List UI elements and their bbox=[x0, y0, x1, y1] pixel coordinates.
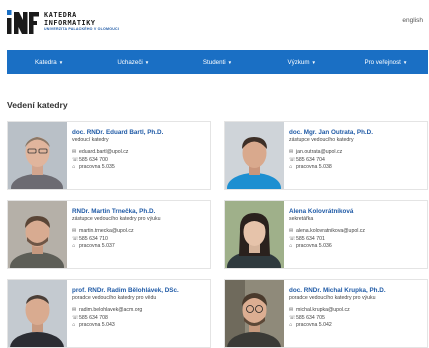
person-photo[interactable] bbox=[225, 280, 284, 347]
nav-label: Studenti bbox=[202, 58, 226, 66]
person-card: Alena Kolovrátníková sekretářka ✉ alena.k… bbox=[224, 200, 428, 269]
person-photo[interactable] bbox=[8, 280, 67, 347]
person-email-link[interactable]: michal.krupka@upol.cz bbox=[296, 307, 350, 315]
person-role: zástupce vedoucího katedry pro výuku bbox=[72, 216, 161, 222]
phone-icon: ☏ bbox=[289, 235, 296, 242]
house-icon: ⌂ bbox=[72, 243, 76, 249]
person-card: RNDr. Martin Trnečka, Ph.D. zástupce ved… bbox=[7, 200, 211, 269]
nav-label: Výzkum bbox=[287, 58, 310, 66]
person-card: doc. RNDr. Eduard Bartl, Ph.D. vedoucí k… bbox=[7, 121, 211, 190]
person-name-link[interactable]: doc. RNDr. Eduard Bartl, Ph.D. bbox=[72, 129, 206, 137]
person-room: pracovna 5.037 bbox=[79, 243, 115, 249]
person-email-link[interactable]: jan.outrata@upol.cz bbox=[296, 149, 342, 157]
envelope-icon: ✉ bbox=[289, 307, 294, 313]
nav-item-vyzkum[interactable]: Výzkum ▼ bbox=[260, 50, 344, 74]
person-name-link[interactable]: prof. RNDr. Radim Bělohlávek, DSc. bbox=[72, 287, 206, 295]
person-photo[interactable] bbox=[225, 201, 284, 268]
logo-title-line-2: INFORMATIKY bbox=[44, 19, 96, 27]
department-logo[interactable] bbox=[7, 10, 39, 34]
person-room: pracovna 5.038 bbox=[296, 164, 332, 170]
nav-item-pro-verejnost[interactable]: Pro veřejnost ▼ bbox=[344, 50, 428, 74]
envelope-icon: ✉ bbox=[289, 149, 294, 155]
house-icon: ⌂ bbox=[72, 322, 76, 328]
person-role: vedoucí katedry bbox=[72, 137, 109, 143]
person-name-link[interactable]: Alena Kolovrátníková bbox=[289, 208, 423, 216]
person-email-link[interactable]: alena.kolovratnikova@upol.cz bbox=[296, 228, 365, 236]
envelope-icon: ✉ bbox=[72, 307, 77, 313]
person-role: sekretářka bbox=[289, 216, 314, 222]
person-card: doc. Mgr. Jan Outrata, Ph.D. zástupce ve… bbox=[224, 121, 428, 190]
person-room: pracovna 5.035 bbox=[79, 164, 115, 170]
person-name-link[interactable]: RNDr. Martin Trnečka, Ph.D. bbox=[72, 208, 206, 216]
nav-item-studenti[interactable]: Studenti ▼ bbox=[175, 50, 259, 74]
person-phone[interactable]: 585 634 704 bbox=[296, 157, 325, 165]
envelope-icon: ✉ bbox=[72, 149, 77, 155]
person-room: pracovna 5.042 bbox=[296, 322, 332, 328]
person-phone[interactable]: 585 634 708 bbox=[79, 315, 108, 323]
caret-down-icon: ▼ bbox=[402, 59, 408, 65]
caret-down-icon: ▼ bbox=[227, 59, 233, 65]
person-role: poradce vedoucího katedry pro výuku bbox=[289, 295, 376, 301]
phone-icon: ☏ bbox=[72, 235, 79, 242]
nav-label: Pro veřejnost bbox=[364, 58, 401, 66]
person-role: zástupce vedoucího katedry bbox=[289, 137, 354, 143]
caret-down-icon: ▼ bbox=[144, 59, 150, 65]
person-photo[interactable] bbox=[225, 122, 284, 189]
nav-label: Katedra bbox=[35, 58, 57, 66]
person-room: pracovna 5.036 bbox=[296, 243, 332, 249]
house-icon: ⌂ bbox=[289, 243, 293, 249]
person-name-link[interactable]: doc. Mgr. Jan Outrata, Ph.D. bbox=[289, 129, 423, 137]
house-icon: ⌂ bbox=[289, 322, 293, 328]
logo-subtitle: UNIVERZITA PALACKÉHO V OLOMOUCI bbox=[44, 27, 120, 31]
language-switch-link[interactable]: english bbox=[402, 17, 423, 24]
person-email-link[interactable]: martin.trnecka@upol.cz bbox=[79, 228, 134, 236]
phone-icon: ☏ bbox=[72, 156, 79, 163]
phone-icon: ☏ bbox=[289, 156, 296, 163]
main-nav: Katedra ▼ Uchazeči ▼ Studenti ▼ Výzkum ▼ Pro… bbox=[7, 50, 428, 74]
nav-label: Uchazeči bbox=[117, 58, 143, 66]
envelope-icon: ✉ bbox=[289, 228, 294, 234]
person-phone[interactable]: 585 634 710 bbox=[79, 236, 108, 244]
caret-down-icon: ▼ bbox=[58, 59, 64, 65]
site-header: KATEDRA INFORMATIKY UNIVERZITA PALACKÉHO… bbox=[0, 0, 429, 50]
person-role: poradce vedoucího katedry pro vědu bbox=[72, 295, 157, 301]
person-card: prof. RNDr. Radim Bělohlávek, DSc. porad… bbox=[7, 279, 211, 348]
section-title: Vedení katedry bbox=[7, 100, 68, 110]
person-photo[interactable] bbox=[8, 201, 67, 268]
person-phone[interactable]: 585 634 701 bbox=[296, 236, 325, 244]
person-photo[interactable] bbox=[8, 122, 67, 189]
house-icon: ⌂ bbox=[289, 164, 293, 170]
person-email-link[interactable]: eduard.bartl@upol.cz bbox=[79, 149, 128, 157]
person-card: doc. RNDr. Michal Krupka, Ph.D. poradce … bbox=[224, 279, 428, 348]
phone-icon: ☏ bbox=[289, 314, 296, 321]
nav-item-katedra[interactable]: Katedra ▼ bbox=[7, 50, 91, 74]
caret-down-icon: ▼ bbox=[311, 59, 316, 65]
house-icon: ⌂ bbox=[72, 164, 76, 170]
person-email-link[interactable]: radim.belohlavek@acm.org bbox=[79, 307, 142, 315]
person-name-link[interactable]: doc. RNDr. Michal Krupka, Ph.D. bbox=[289, 287, 423, 295]
person-phone[interactable]: 585 634 700 bbox=[79, 157, 108, 165]
logo-title: KATEDRA INFORMATIKY bbox=[44, 11, 96, 27]
nav-item-uchazeci[interactable]: Uchazeči ▼ bbox=[91, 50, 175, 74]
envelope-icon: ✉ bbox=[72, 228, 77, 234]
phone-icon: ☏ bbox=[72, 314, 79, 321]
logo-title-line-1: KATEDRA bbox=[44, 11, 77, 19]
person-phone[interactable]: 585 634 705 bbox=[296, 315, 325, 323]
person-room: pracovna 5.043 bbox=[79, 322, 115, 328]
